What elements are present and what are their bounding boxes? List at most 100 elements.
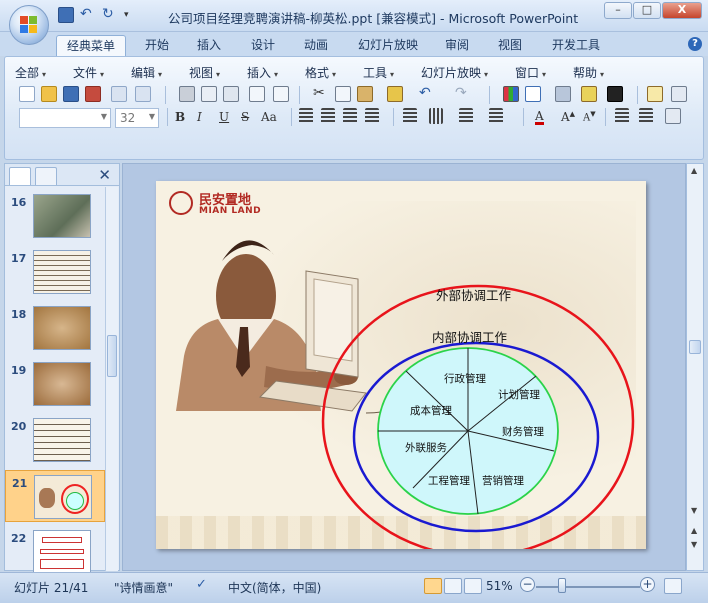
slide-thumbnail-selected[interactable]: 21 xyxy=(5,470,105,522)
close-button[interactable]: X xyxy=(662,2,702,19)
customize-qat-icon[interactable]: ▾ xyxy=(124,7,140,23)
columns-icon[interactable] xyxy=(429,108,443,124)
underline-button[interactable]: U xyxy=(219,110,229,124)
italic-button[interactable]: I xyxy=(197,110,202,124)
menu-window[interactable]: 窗口 ▾ xyxy=(515,64,573,82)
current-slide[interactable]: 民安置地 MIAN LAND 外部协调工作 内部协调工作 行政管理 计划管理 财… xyxy=(156,181,646,549)
scroll-up-icon[interactable]: ▲ xyxy=(691,166,697,175)
increase-indent-icon[interactable] xyxy=(639,108,653,124)
scroll-down-icon[interactable]: ▼ xyxy=(691,506,697,515)
save-toolbar-icon[interactable] xyxy=(63,86,79,102)
slide-thumbnail[interactable]: 18 xyxy=(5,302,105,354)
cut-icon[interactable]: ✂ xyxy=(313,86,329,102)
zoom-slider-knob[interactable] xyxy=(558,578,566,593)
tab-insert[interactable]: 插入 xyxy=(188,35,230,56)
permission-icon[interactable] xyxy=(85,86,101,102)
zoom-level[interactable]: 51% xyxy=(486,579,513,593)
paste-icon[interactable] xyxy=(357,86,373,102)
tab-classic-menu[interactable]: 经典菜单 xyxy=(56,35,126,56)
slideshow-view-icon[interactable] xyxy=(464,578,482,594)
previous-slide-icon[interactable]: ▲ xyxy=(691,526,697,535)
new-slide-icon[interactable] xyxy=(647,86,663,102)
shrink-font-icon[interactable]: A▼ xyxy=(583,110,596,123)
new-icon[interactable] xyxy=(19,86,35,102)
menu-view[interactable]: 视图 ▾ xyxy=(189,64,247,82)
slide-sorter-view-icon[interactable] xyxy=(444,578,462,594)
menu-all[interactable]: 全部 ▾ xyxy=(15,64,73,82)
justify-icon[interactable] xyxy=(365,108,379,124)
tab-home[interactable]: 开始 xyxy=(136,35,178,56)
bullets-icon[interactable] xyxy=(459,108,473,124)
font-size-box[interactable]: 32 ▼ xyxy=(115,108,159,128)
slides-tab-icon[interactable] xyxy=(9,167,31,185)
grow-font-icon[interactable]: A▲ xyxy=(561,110,575,124)
insert-clipart-icon[interactable] xyxy=(555,86,571,102)
tab-review[interactable]: 审阅 xyxy=(436,35,478,56)
menu-format[interactable]: 格式 ▾ xyxy=(305,64,363,82)
editor-scrollbar[interactable]: ▲ ▼ ▲ ▼ xyxy=(686,163,704,571)
print-icon[interactable] xyxy=(179,86,195,102)
spelling-icon[interactable] xyxy=(249,86,265,102)
numbering-icon[interactable] xyxy=(489,108,503,124)
slide-thumbnail[interactable]: 20 xyxy=(5,414,105,466)
zoom-slider-track[interactable] xyxy=(536,586,640,588)
menu-edit[interactable]: 编辑 ▾ xyxy=(131,64,189,82)
normal-view-icon[interactable] xyxy=(424,578,442,594)
tab-animation[interactable]: 动画 xyxy=(295,35,337,56)
slides-pane-scrollbar[interactable] xyxy=(105,187,118,571)
font-color-icon[interactable]: A xyxy=(535,110,544,125)
research-icon[interactable] xyxy=(273,86,289,102)
menu-insert[interactable]: 插入 ▾ xyxy=(247,64,305,82)
tab-design[interactable]: 设计 xyxy=(242,35,284,56)
spell-check-icon[interactable]: ✓ xyxy=(196,577,207,592)
slides-pane-scroll-thumb[interactable] xyxy=(107,335,117,377)
page-setup-icon[interactable] xyxy=(223,86,239,102)
menu-slideshow[interactable]: 幻灯片放映 ▾ xyxy=(421,64,515,82)
save-icon[interactable] xyxy=(58,7,74,23)
restore-button[interactable]: □ xyxy=(633,2,661,19)
language-indicator[interactable]: 中文(简体，中国) xyxy=(228,579,321,596)
insert-chart-icon[interactable] xyxy=(503,86,519,102)
align-center-icon[interactable] xyxy=(321,108,335,124)
font-name-box[interactable]: ▼ xyxy=(19,108,111,128)
close-pane-icon[interactable]: ✕ xyxy=(98,166,111,184)
email-icon[interactable] xyxy=(111,86,127,102)
next-slide-icon[interactable]: ▼ xyxy=(691,540,697,549)
insert-picture-icon[interactable] xyxy=(581,86,597,102)
undo-icon[interactable]: ↶ xyxy=(80,7,96,23)
text-direction-icon[interactable] xyxy=(403,108,417,124)
tab-developer[interactable]: 开发工具 xyxy=(544,35,608,56)
color-grayscale-icon[interactable] xyxy=(607,86,623,102)
align-left-icon[interactable] xyxy=(299,108,313,124)
zoom-in-icon[interactable]: + xyxy=(640,577,655,592)
outline-tab-icon[interactable] xyxy=(35,167,57,185)
slide-thumbnail[interactable]: 16 xyxy=(5,190,105,242)
undo-toolbar-icon[interactable]: ↶ xyxy=(419,86,435,102)
menu-help[interactable]: 帮助 ▾ xyxy=(573,64,623,82)
print-preview-icon[interactable] xyxy=(201,86,217,102)
insert-table-icon[interactable] xyxy=(525,86,541,102)
menu-tools[interactable]: 工具 ▾ xyxy=(363,64,421,82)
slide-layout-icon[interactable] xyxy=(671,86,687,102)
tab-slideshow[interactable]: 幻灯片放映 xyxy=(349,35,427,56)
change-case-button[interactable]: Aa xyxy=(261,110,277,124)
help-icon[interactable]: ? xyxy=(688,37,702,51)
strikethrough-button[interactable]: S xyxy=(241,110,249,124)
zoom-out-icon[interactable]: − xyxy=(520,577,535,592)
minimize-button[interactable]: – xyxy=(604,2,632,19)
format-painter-icon[interactable] xyxy=(387,86,403,102)
align-right-icon[interactable] xyxy=(343,108,357,124)
menu-file[interactable]: 文件 ▾ xyxy=(73,64,131,82)
open-icon[interactable] xyxy=(41,86,57,102)
slide-thumbnail[interactable]: 22 xyxy=(5,526,105,578)
toolbar-options-icon[interactable] xyxy=(665,108,681,124)
slide-thumbnail[interactable]: 19 xyxy=(5,358,105,410)
office-button[interactable] xyxy=(9,5,49,45)
tab-view[interactable]: 视图 xyxy=(489,35,531,56)
redo-toolbar-icon[interactable]: ↷ xyxy=(455,86,471,102)
pdf-icon[interactable] xyxy=(135,86,151,102)
slide-thumbnail[interactable]: 17 xyxy=(5,246,105,298)
fit-to-window-icon[interactable] xyxy=(664,578,682,594)
redo-icon[interactable]: ↻ xyxy=(102,7,118,23)
editor-scroll-thumb[interactable] xyxy=(689,340,701,354)
